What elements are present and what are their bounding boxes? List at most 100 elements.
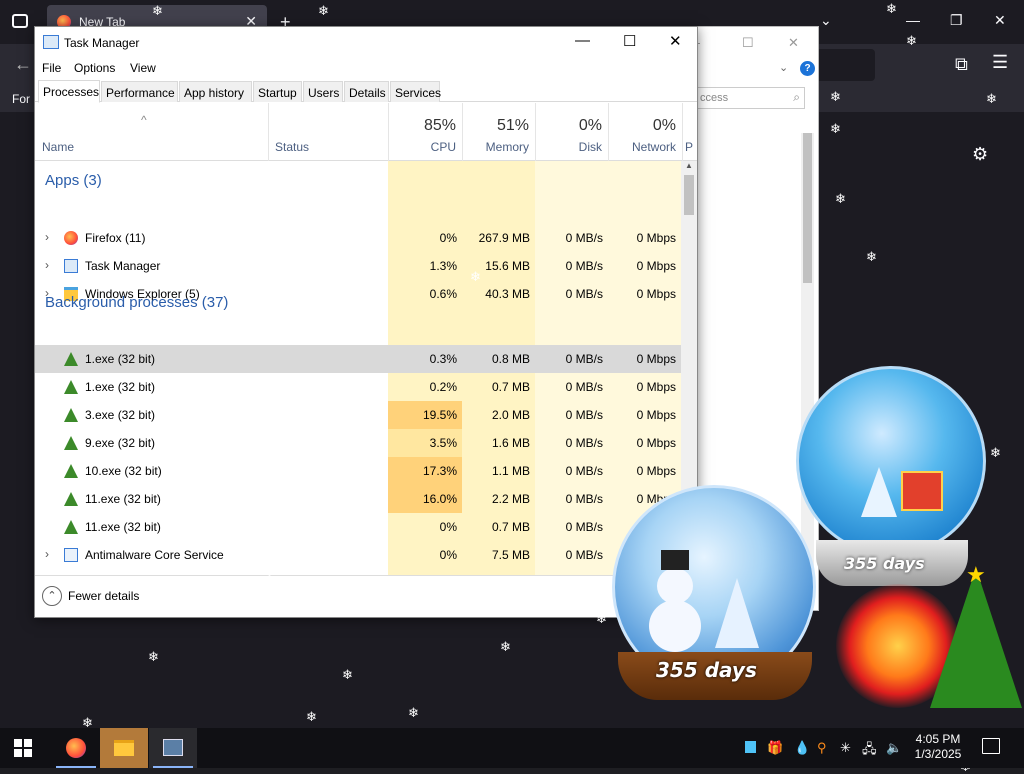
snowflake-icon: ❄	[264, 572, 275, 587]
title-bar: Task Manager — ☐ ✕	[35, 27, 697, 57]
tray-snowflake-icon[interactable]: ✳	[840, 740, 851, 756]
expand-chevron-icon[interactable]: ›	[45, 258, 49, 272]
volume-icon[interactable]: 🔈	[886, 740, 902, 756]
tray-gifts-icon[interactable]: 🎁	[767, 740, 783, 756]
maximize-icon[interactable]: ☐	[623, 32, 636, 50]
help-icon[interactable]: ?	[800, 61, 815, 76]
tab-startup[interactable]: Startup	[253, 81, 302, 102]
column-network[interactable]: 0% Network	[608, 103, 682, 161]
cell-net: 0 Mbps	[636, 231, 676, 245]
tray-app-icon[interactable]	[745, 741, 756, 753]
chevron-down-icon[interactable]: ⌄	[820, 12, 832, 29]
clock-time: 4:05 PM	[915, 732, 961, 746]
tab-processes[interactable]: Processes	[38, 80, 100, 103]
memory-label: Memory	[485, 140, 529, 154]
process-name: Antimalware Core Service	[85, 548, 224, 562]
fewer-details-link[interactable]: Fewer details	[68, 589, 139, 603]
process-name: 11.exe (32 bit)	[85, 520, 161, 534]
process-name: 9.exe (32 bit)	[85, 436, 156, 450]
disk-label: Disk	[578, 140, 602, 154]
taskbar-task-manager[interactable]	[149, 728, 197, 768]
cell-cpu: 0%	[439, 231, 457, 245]
cell-cpu: 0%	[439, 548, 457, 562]
taskbar-file-explorer[interactable]	[100, 728, 148, 768]
snowflake-icon: ❄	[830, 121, 841, 136]
cell-disk: 0 MB/s	[565, 231, 603, 245]
notification-icon[interactable]	[982, 738, 1000, 754]
tab-app-history[interactable]: App history	[179, 81, 252, 102]
network-icon[interactable]: 🖧	[862, 740, 877, 762]
cell-cpu: 0.6%	[429, 287, 457, 301]
restore-icon[interactable]: ❐	[950, 12, 963, 29]
settings-gear-icon[interactable]: ⚙	[972, 144, 988, 165]
snowflake-icon: ❄	[886, 1, 897, 16]
cell-cpu: 19.5%	[422, 408, 457, 422]
cell-net: 0 Mbps	[636, 464, 676, 478]
extensions-icon[interactable]: ⧉	[955, 54, 968, 75]
column-disk[interactable]: 0% Disk	[535, 103, 608, 161]
cell-net: 0 Mbps	[636, 352, 676, 366]
table-row[interactable]: 1.exe (32 bit) 0.3% 0.8 MB 0 MB/s 0 Mbps	[35, 345, 681, 373]
minimize-icon[interactable]: —	[906, 12, 920, 28]
menu-view[interactable]: View	[130, 61, 156, 75]
cell-mem: 1.1 MB	[491, 464, 530, 478]
taskbar-firefox[interactable]	[52, 728, 100, 768]
days-counter-left: 355 days	[656, 658, 757, 682]
menu-file[interactable]: File	[42, 61, 61, 75]
christmas-tree-icon	[64, 436, 78, 450]
scroll-thumb[interactable]	[684, 175, 694, 215]
table-row[interactable]: › Firefox (11) 0% 267.9 MB 0 MB/s 0 Mbps	[35, 224, 681, 252]
column-headers: ^ Name Status 85% CPU 51% Memory 0% Disk…	[35, 103, 697, 161]
process-grid: ^ Name Status 85% CPU 51% Memory 0% Disk…	[35, 103, 697, 575]
expand-chevron-icon[interactable]: ›	[45, 230, 49, 244]
snowflake-icon: ❄	[306, 709, 317, 724]
clock[interactable]: 4:05 PM 1/3/2025	[908, 732, 968, 762]
tab-details[interactable]: Details	[344, 81, 389, 102]
taskbar: 🎁 💧 ⚲ ✳ 🖧 🔈 4:05 PM 1/3/2025	[0, 728, 1024, 768]
snowflake-icon: ❄	[180, 379, 191, 394]
table-row[interactable]: › Task Manager 1.3% 15.6 MB 0 MB/s 0 Mbps	[35, 252, 681, 280]
globe-base-left: 355 days	[618, 652, 812, 700]
tray-search-icon[interactable]: ⚲	[817, 740, 827, 756]
tab-services[interactable]: Services	[390, 81, 441, 102]
tab-users[interactable]: Users	[303, 81, 343, 102]
windows-start-icon[interactable]	[14, 739, 32, 757]
explorer-search-field[interactable]: ccess ⌕	[697, 87, 805, 109]
table-row[interactable]: › Antimalware Core Service 0% 7.5 MB 0 MB/s	[35, 541, 681, 569]
table-row[interactable]: 3.exe (32 bit) 19.5% 2.0 MB 0 MB/s 0 Mbps	[35, 401, 681, 429]
table-row[interactable]: 11.exe (32 bit) 16.0% 2.2 MB 0 MB/s 0 Mbps	[35, 485, 681, 513]
column-status[interactable]: Status	[275, 140, 309, 154]
minimize-icon[interactable]: —	[575, 32, 590, 49]
maximize-icon[interactable]: ☐	[742, 35, 754, 51]
close-icon[interactable]: ✕	[669, 32, 682, 50]
memory-total: 51%	[496, 117, 529, 134]
menu-options[interactable]: Options	[74, 61, 115, 75]
column-power[interactable]: P	[682, 103, 697, 161]
close-window-icon[interactable]: ✕	[994, 12, 1006, 29]
table-row[interactable]: 10.exe (32 bit) 17.3% 1.1 MB 0 MB/s 0 Mbps	[35, 457, 681, 485]
close-icon[interactable]: ✕	[788, 35, 799, 51]
hamburger-menu-icon[interactable]: ☰	[992, 52, 1008, 73]
back-arrow-icon[interactable]: ←	[14, 54, 32, 75]
snowflake-icon: ❄	[252, 445, 263, 460]
column-name[interactable]: Name	[42, 140, 74, 154]
column-cpu[interactable]: 85% CPU	[388, 103, 462, 161]
expand-chevron-icon[interactable]: ›	[45, 547, 49, 561]
cell-mem: 0.7 MB	[491, 520, 530, 534]
tray-drop-icon[interactable]: 💧	[794, 740, 810, 756]
bookmark-label[interactable]: For	[12, 92, 30, 106]
christmas-tree-icon	[930, 568, 1022, 708]
cell-disk: 0 MB/s	[565, 380, 603, 394]
scroll-up-icon[interactable]: ▲	[685, 161, 693, 170]
table-row[interactable]: 11.exe (32 bit)0%0.7 MB0 MB/s0 Mb	[35, 513, 681, 541]
table-row[interactable]: 9.exe (32 bit) 3.5% 1.6 MB 0 MB/s 0 Mbps	[35, 429, 681, 457]
collapse-icon[interactable]: ⌃	[42, 586, 62, 606]
scroll-thumb[interactable]	[803, 133, 812, 283]
cell-mem: 0.8 MB	[491, 352, 530, 366]
table-row[interactable]: 1.exe (32 bit) 0.2% 0.7 MB 0 MB/s 0 Mbps	[35, 373, 681, 401]
chevron-down-icon[interactable]: ⌄	[779, 61, 788, 74]
task-manager-icon	[163, 739, 183, 756]
column-memory[interactable]: 51% Memory	[462, 103, 535, 161]
tab-performance[interactable]: Performance	[101, 81, 178, 102]
list-all-tabs-icon[interactable]	[12, 14, 28, 28]
